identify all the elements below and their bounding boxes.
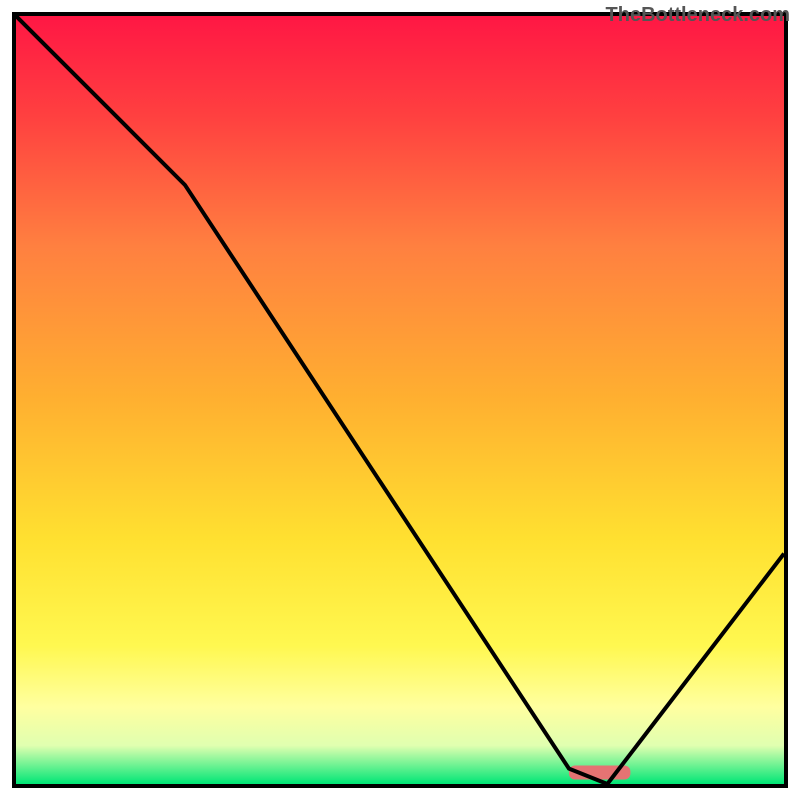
plot-area [16,16,784,784]
chart-container: TheBottleneck.com [0,0,800,800]
watermark-text: TheBottleneck.com [606,4,790,27]
chart-frame [12,12,788,788]
chart-svg [16,16,784,784]
